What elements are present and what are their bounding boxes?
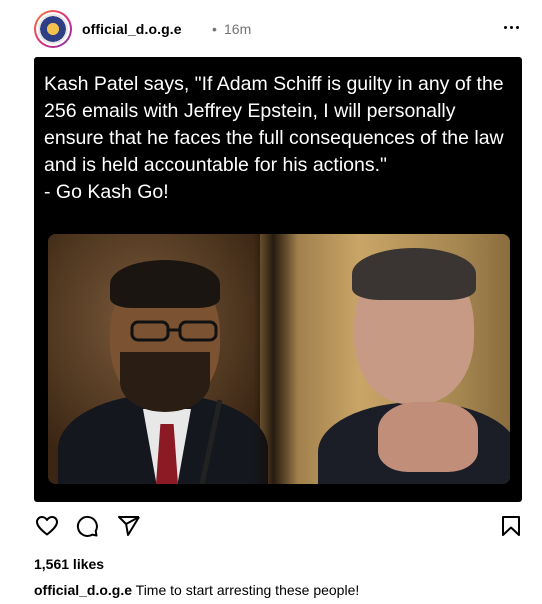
post-actions [34, 513, 524, 543]
heart-icon[interactable] [34, 513, 60, 539]
post-caption: official_d.o.g.e Time to start arresting… [34, 582, 359, 598]
right-person-hair [352, 248, 476, 300]
post-header: official_d.o.g.e • 16m [34, 10, 524, 50]
avatar[interactable] [34, 10, 72, 48]
username-link[interactable]: official_d.o.g.e [82, 21, 182, 37]
avatar-ring [36, 12, 70, 46]
more-options-icon[interactable] [498, 14, 524, 40]
photo-divider [253, 234, 298, 484]
right-person-hands [378, 402, 478, 472]
glasses-icon [130, 320, 218, 342]
caption-text: Time to start arresting these people! [135, 582, 360, 598]
separator-dot: • [212, 21, 217, 37]
bookmark-icon[interactable] [498, 513, 524, 539]
left-person-hair [110, 260, 220, 308]
media-quote-text: Kash Patel says, "If Adam Schiff is guil… [44, 73, 504, 203]
post-media[interactable]: Kash Patel says, "If Adam Schiff is guil… [34, 57, 522, 502]
share-icon[interactable] [116, 513, 142, 539]
avatar-seal-logo [38, 14, 68, 44]
media-photo [48, 234, 510, 484]
like-count[interactable]: 1,561 likes [34, 556, 104, 572]
left-person-beard [120, 352, 210, 412]
comment-icon[interactable] [74, 513, 100, 539]
caption-username[interactable]: official_d.o.g.e [34, 582, 132, 598]
post-time[interactable]: 16m [224, 21, 251, 37]
